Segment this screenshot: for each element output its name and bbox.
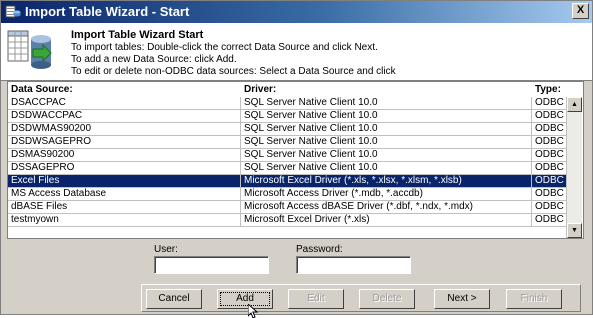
cell-driver: SQL Server Native Client 10.0: [241, 97, 532, 110]
cell-driver: SQL Server Native Client 10.0: [241, 110, 532, 123]
cell-type: ODBC: [535, 175, 564, 186]
scroll-down-arrow-icon[interactable]: ▼: [567, 223, 582, 238]
table-row[interactable]: MS Access Database Microsoft Access Drive…: [8, 188, 566, 201]
next-button[interactable]: Next >: [434, 289, 490, 309]
add-button[interactable]: Add: [217, 289, 273, 309]
cell-data-source: DSDWMAS90200: [8, 123, 241, 136]
table-row[interactable]: dBASE Files Microsoft Access dBASE Driver…: [8, 201, 566, 214]
cell-data-source: DSACCPAC: [8, 97, 241, 110]
database-import-icon: [7, 30, 52, 69]
cell-driver: SQL Server Native Client 10.0: [241, 162, 532, 175]
column-header-data-source[interactable]: Data Source:: [8, 82, 241, 97]
table-row[interactable]: DSSAGEPRO SQL Server Native Client 10.0 OD…: [8, 162, 566, 175]
finish-button[interactable]: Finish: [506, 289, 562, 309]
cell-driver: SQL Server Native Client 10.0: [241, 149, 532, 162]
instruction-line: To import tables: Double-click the corre…: [71, 42, 378, 53]
button-bar: Cancel Add Edit Delete Next > Finish: [141, 284, 581, 312]
cell-driver: SQL Server Native Client 10.0: [241, 136, 532, 149]
password-input[interactable]: [296, 256, 411, 274]
cell-type: ODBC: [535, 162, 564, 173]
table-row[interactable]: DSDWSAGEPRO SQL Server Native Client 10.0…: [8, 136, 566, 149]
table-row[interactable]: DSMAS90200 SQL Server Native Client 10.0 O…: [8, 149, 566, 162]
cell-type: ODBC: [535, 188, 564, 199]
cell-data-source: Excel Files: [8, 175, 241, 188]
cell-data-source: DSMAS90200: [8, 149, 241, 162]
cell-type: ODBC: [535, 201, 564, 212]
import-table-wizard-window: Import Table Wizard - Start X Import Tab…: [0, 0, 593, 318]
cell-data-source: DSDWACCPAC: [8, 110, 241, 123]
close-icon: X: [576, 4, 585, 16]
cell-driver: Microsoft Excel Driver (*.xls): [241, 214, 532, 227]
table-row[interactable]: DSACCPAC SQL Server Native Client 10.0 ODB…: [8, 97, 566, 110]
cell-type: ODBC: [535, 123, 564, 134]
data-source-table[interactable]: Data Source: Driver: Type: DSACCPAC SQL S…: [7, 81, 584, 239]
edit-button[interactable]: Edit: [288, 289, 344, 309]
table-row[interactable]: DSDWACCPAC SQL Server Native Client 10.0 O…: [8, 110, 566, 123]
table-row[interactable]: DSDWMAS90200 SQL Server Native Client 10.…: [8, 123, 566, 136]
delete-button[interactable]: Delete: [359, 289, 415, 309]
cancel-button[interactable]: Cancel: [146, 289, 202, 309]
cell-data-source: MS Access Database: [8, 188, 241, 201]
wizard-header: Import Table Wizard Start To import tabl…: [1, 23, 592, 81]
cell-type: ODBC: [535, 214, 564, 225]
cell-type: ODBC: [535, 136, 564, 147]
cell-driver: Microsoft Excel Driver (*.xls, *.xlsx, *…: [241, 175, 532, 188]
cell-data-source: testmyown: [8, 214, 241, 227]
window-title: Import Table Wizard - Start: [25, 4, 190, 19]
cell-driver: Microsoft Access Driver (*.mdb, *.accdb): [241, 188, 532, 201]
column-header-driver[interactable]: Driver:: [241, 82, 532, 97]
mouse-pointer-icon: [248, 304, 259, 318]
table-row[interactable]: Excel Files Microsoft Excel Driver (*.xls…: [8, 175, 566, 188]
title-bar[interactable]: Import Table Wizard - Start X: [1, 1, 592, 23]
cell-data-source: DSDWSAGEPRO: [8, 136, 241, 149]
instruction-line: To add a new Data Source: click Add.: [71, 54, 237, 65]
cell-data-source: dBASE Files: [8, 201, 241, 214]
password-label: Password:: [296, 244, 343, 255]
user-label: User:: [154, 244, 178, 255]
cell-data-source: DSSAGEPRO: [8, 162, 241, 175]
header-title: Import Table Wizard Start: [71, 29, 204, 41]
instruction-line: To edit or delete non-ODBC data sources:…: [71, 66, 396, 77]
cell-type: ODBC: [535, 149, 564, 160]
user-input[interactable]: [154, 256, 269, 274]
table-rows: DSACCPAC SQL Server Native Client 10.0 ODB…: [8, 97, 566, 227]
column-header-type[interactable]: Type:: [532, 82, 572, 97]
scroll-up-arrow-icon[interactable]: ▲: [567, 97, 582, 112]
cell-driver: SQL Server Native Client 10.0: [241, 123, 532, 136]
close-button[interactable]: X: [572, 3, 589, 19]
cell-driver: Microsoft Access dBASE Driver (*.dbf, *.…: [241, 201, 532, 214]
vertical-scrollbar[interactable]: ▲ ▼: [566, 97, 582, 238]
cell-type: ODBC: [535, 97, 564, 108]
cell-type: ODBC: [535, 110, 564, 121]
table-row[interactable]: testmyown Microsoft Excel Driver (*.xls) O…: [8, 214, 566, 227]
wizard-app-icon: [5, 5, 21, 18]
